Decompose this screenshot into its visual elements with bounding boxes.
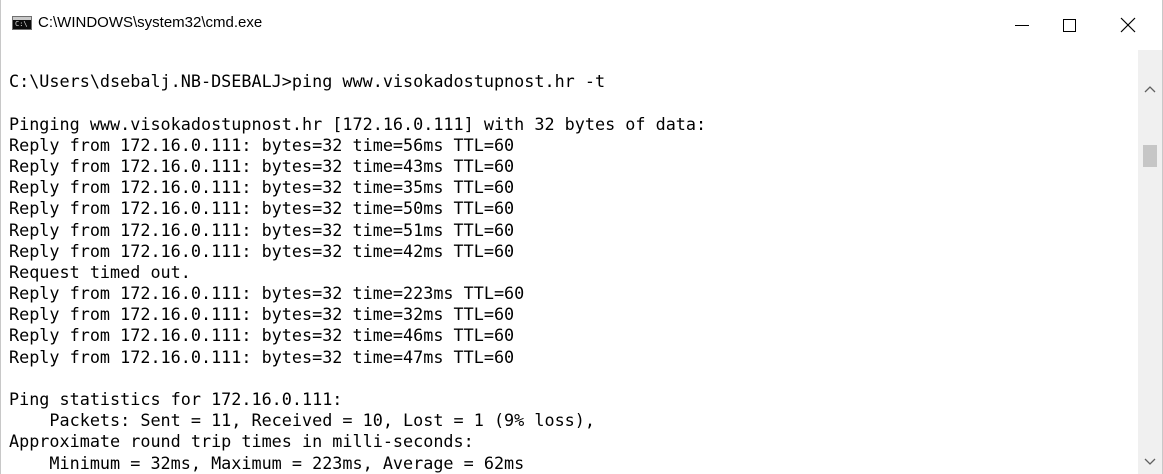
console-line: Reply from 172.16.0.111: bytes=32 time=4… xyxy=(9,155,515,176)
console-output-area[interactable]: C:\Users\dsebalj.NB-DSEBALJ>ping www.vis… xyxy=(1,50,1138,474)
maximize-icon xyxy=(1062,18,1076,32)
icon-prompt-text: C:\ xyxy=(15,20,28,28)
cmd-window: C:\ C:\WINDOWS\system32\cmd.exe C:\Users… xyxy=(0,0,1163,474)
cmd-console-icon[interactable]: C:\ xyxy=(12,16,32,30)
scroll-up-button[interactable] xyxy=(1138,77,1162,101)
console-text: C:\Users\dsebalj.NB-DSEBALJ>ping www.vis… xyxy=(9,50,706,474)
console-line: Reply from 172.16.0.111: bytes=32 time=4… xyxy=(9,346,515,367)
console-line: Reply from 172.16.0.111: bytes=32 time=4… xyxy=(9,240,515,261)
title-bar[interactable]: C:\ C:\WINDOWS\system32\cmd.exe xyxy=(1,0,1162,50)
console-line: Ping statistics for 172.16.0.111: xyxy=(9,389,343,409)
scroll-down-button[interactable] xyxy=(1138,450,1162,474)
console-line: Reply from 172.16.0.111: bytes=32 time=5… xyxy=(9,198,515,219)
console-line: Reply from 172.16.0.111: bytes=32 time=3… xyxy=(9,304,515,325)
scroll-up-arrow-icon xyxy=(1144,86,1156,93)
console-line: Approximate round trip times in milli-se… xyxy=(9,431,474,452)
close-button[interactable] xyxy=(1093,0,1162,50)
window-title: C:\WINDOWS\system32\cmd.exe xyxy=(38,14,263,31)
scroll-thumb[interactable] xyxy=(1143,145,1157,167)
console-line: Reply from 172.16.0.111: bytes=32 time=5… xyxy=(9,134,515,155)
console-line: Reply from 172.16.0.111: bytes=32 time=3… xyxy=(9,177,515,198)
vertical-scrollbar[interactable] xyxy=(1138,50,1162,474)
console-line: Reply from 172.16.0.111: bytes=32 time=4… xyxy=(9,325,515,346)
console-line: Request timed out. xyxy=(9,261,191,282)
console-line: Reply from 172.16.0.111: bytes=32 time=2… xyxy=(9,283,525,304)
close-icon xyxy=(1120,17,1135,33)
console-line: Reply from 172.16.0.111: bytes=32 time=5… xyxy=(9,219,515,240)
minimize-icon xyxy=(1015,24,1029,26)
maximize-button[interactable] xyxy=(1046,0,1092,50)
minimize-button[interactable] xyxy=(999,0,1045,50)
console-line: C:\Users\dsebalj.NB-DSEBALJ>ping www.vis… xyxy=(9,71,606,92)
console-line: Packets: Sent = 11, Received = 10, Lost … xyxy=(9,410,595,431)
console-line: Minimum = 32ms, Maximum = 223ms, Average… xyxy=(9,452,525,473)
scroll-down-arrow-icon xyxy=(1144,458,1156,465)
console-line: Pinging www.visokadostupnost.hr [172.16.… xyxy=(9,113,707,134)
